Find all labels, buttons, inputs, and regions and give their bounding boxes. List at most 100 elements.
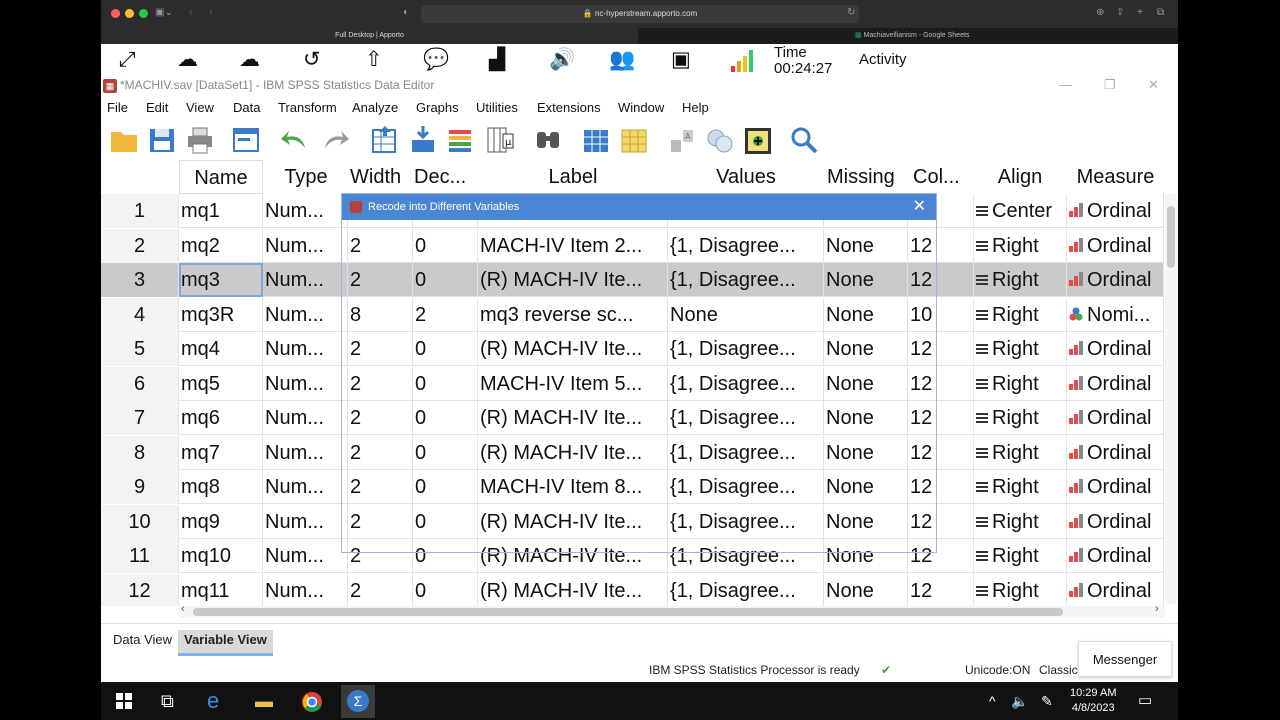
cell-type[interactable]: Num... [263, 573, 348, 606]
cell-measure[interactable]: Ordinal [1067, 263, 1164, 297]
cell-measure[interactable]: Ordinal [1067, 470, 1164, 504]
row-number[interactable]: 10 [101, 504, 179, 539]
file-explorer-icon[interactable]: ▬ [255, 691, 273, 711]
download-icon[interactable]: ⊕ [1096, 7, 1104, 19]
print-icon[interactable] [185, 124, 215, 156]
menu-graphs[interactable]: Graphs [416, 99, 459, 117]
tab-data-view[interactable]: Data View [107, 630, 178, 656]
header-align[interactable]: Align [974, 160, 1066, 194]
cell-width[interactable]: 2 [348, 573, 413, 606]
menu-extensions[interactable]: Extensions [537, 99, 601, 117]
spss-taskbar-item[interactable]: Σ [341, 685, 375, 718]
activity-button[interactable]: Activity [859, 51, 907, 68]
recall-dialog-icon[interactable] [231, 124, 261, 156]
cloud-upload-icon[interactable]: ☁ [177, 48, 198, 72]
close-window-button[interactable] [111, 9, 120, 18]
find-icon[interactable] [533, 124, 563, 156]
cell-name[interactable]: mq7 [179, 435, 263, 470]
horizontal-scroll-thumb[interactable] [193, 608, 1063, 616]
tab-apporto[interactable]: Full Desktop | Apporto [101, 28, 638, 44]
row-number[interactable]: 8 [101, 435, 179, 470]
zoom-window-button[interactable] [139, 9, 148, 18]
vertical-scroll-thumb[interactable] [1167, 206, 1175, 268]
share-upload-icon[interactable]: ⇧ [365, 48, 383, 72]
presenter-icon[interactable]: ▣ [671, 48, 691, 72]
cell-align[interactable]: Right [974, 435, 1067, 470]
cell-name[interactable]: mq6 [179, 401, 263, 435]
minimize-window-button[interactable] [125, 9, 134, 18]
cell-name[interactable]: mq10 [179, 539, 263, 573]
cell-align[interactable]: Center [974, 194, 1067, 228]
variables-icon[interactable] [445, 124, 475, 156]
windows-start-icon[interactable] [116, 693, 132, 709]
edge-icon[interactable]: e [207, 690, 219, 712]
undo-icon[interactable] [279, 124, 309, 156]
tab-overview-icon[interactable]: ⧉ [1157, 7, 1164, 19]
run-descriptives-icon[interactable]: μ [485, 124, 515, 156]
cell-label[interactable]: (R) MACH-IV Ite... [478, 573, 668, 606]
cell-type[interactable]: Num... [263, 504, 348, 539]
search-icon[interactable] [789, 124, 819, 156]
cell-align[interactable]: Right [974, 228, 1067, 263]
users-icon[interactable]: 👥 [609, 48, 635, 72]
recode-dialog[interactable]: Recode into Different Variables ✕ [341, 193, 937, 553]
row-number[interactable]: 7 [101, 401, 179, 435]
cell-type[interactable]: Num... [263, 332, 348, 366]
cell-name[interactable]: mq3R [179, 297, 263, 332]
redo-icon[interactable] [321, 124, 351, 156]
goto-case-icon[interactable] [369, 124, 399, 156]
cell-measure[interactable]: Ordinal [1067, 194, 1164, 228]
cell-values[interactable]: {1, Disagree... [668, 573, 824, 606]
cell-align[interactable]: Right [974, 401, 1067, 435]
menu-view[interactable]: View [186, 99, 214, 117]
goto-variable-icon[interactable] [408, 124, 438, 156]
cell-missing[interactable]: None [824, 573, 908, 606]
header-label[interactable]: Label [478, 160, 668, 194]
cell-type[interactable]: Num... [263, 194, 348, 228]
header-name[interactable]: Name [179, 160, 263, 194]
tab-variable-view[interactable]: Variable View [178, 630, 273, 656]
menu-window[interactable]: Window [618, 99, 664, 117]
save-icon[interactable] [147, 124, 177, 156]
new-tab-icon[interactable]: + [1137, 7, 1143, 19]
cell-align[interactable]: Right [974, 573, 1067, 606]
cell-align[interactable]: Right [974, 539, 1067, 573]
horizontal-scrollbar[interactable]: ‹ › [179, 603, 1165, 618]
row-number[interactable]: 5 [101, 332, 179, 366]
cell-name[interactable]: mq4 [179, 332, 263, 366]
select-cases-icon[interactable] [743, 124, 773, 156]
header-measure[interactable]: Measure [1067, 160, 1164, 194]
speaker-icon[interactable]: 🔊 [549, 48, 575, 72]
menu-transform[interactable]: Transform [278, 99, 337, 117]
row-number[interactable]: 9 [101, 470, 179, 504]
cell-name[interactable]: mq5 [179, 366, 263, 401]
cell-name[interactable]: mq8 [179, 470, 263, 504]
row-number[interactable]: 6 [101, 366, 179, 401]
messenger-button[interactable]: Messenger [1078, 641, 1172, 677]
weight-cases-icon[interactable] [705, 124, 735, 156]
insert-cases-icon[interactable] [581, 124, 611, 156]
menu-utilities[interactable]: Utilities [476, 99, 518, 117]
stats-icon[interactable]: ▟ [489, 48, 505, 72]
cell-type[interactable]: Num... [263, 228, 348, 263]
menu-edit[interactable]: Edit [146, 99, 168, 117]
cell-decimals[interactable]: 0 [413, 573, 478, 606]
row-number[interactable]: 1 [101, 194, 179, 228]
row-number[interactable]: 3 [101, 263, 179, 297]
header-type[interactable]: Type [265, 160, 347, 194]
cell-name[interactable]: mq2 [179, 228, 263, 263]
cell-name[interactable]: mq3 [179, 263, 263, 297]
row-number[interactable]: 11 [101, 539, 179, 573]
cell-type[interactable]: Num... [263, 401, 348, 435]
sidebar-icon[interactable]: ▣⌄ [155, 7, 173, 19]
cell-type[interactable]: Num... [263, 435, 348, 470]
fullscreen-icon[interactable]: ⤢ [119, 48, 136, 72]
close-button[interactable]: ✕ [1148, 77, 1159, 93]
notifications-icon[interactable]: ▭ [1138, 691, 1152, 711]
cell-type[interactable]: Num... [263, 297, 348, 332]
cell-columns[interactable]: 12 [908, 573, 974, 606]
cell-type[interactable]: Num... [263, 539, 348, 573]
share-icon[interactable]: ⇪ [1116, 7, 1124, 19]
taskbar-clock[interactable]: 10:29 AM 4/8/2023 [1070, 686, 1116, 716]
cell-type[interactable]: Num... [263, 366, 348, 401]
